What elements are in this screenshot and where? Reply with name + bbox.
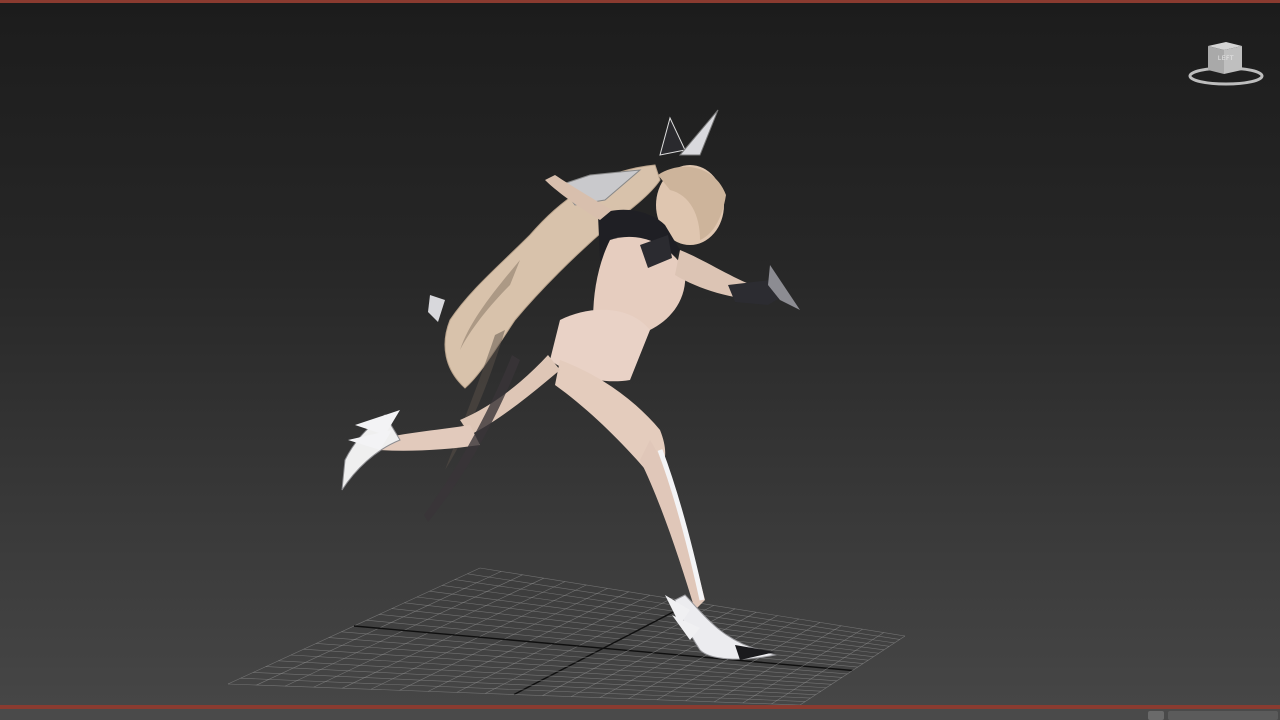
character-model[interactable] (341, 109, 800, 660)
home-grid (227, 567, 906, 705)
hair-spike-left (428, 295, 445, 322)
perspective-viewport[interactable]: LEFT (0, 0, 1280, 720)
grid-line (771, 632, 884, 705)
cat-ear-left (659, 116, 686, 156)
timeline-scroll-track[interactable] (1168, 711, 1278, 720)
grid-line (253, 672, 811, 699)
ear-spike-right (678, 109, 719, 156)
timeline-bar (0, 709, 1280, 720)
scene-canvas[interactable] (0, 0, 1280, 705)
viewcube[interactable] (1186, 38, 1266, 90)
grid-line (799, 635, 906, 705)
timeline-scroll-button[interactable] (1148, 711, 1164, 720)
shin-front (640, 440, 705, 610)
weapon-blade (768, 265, 800, 310)
grid-line (227, 683, 801, 705)
viewcube-face-label[interactable]: LEFT (1208, 55, 1244, 62)
